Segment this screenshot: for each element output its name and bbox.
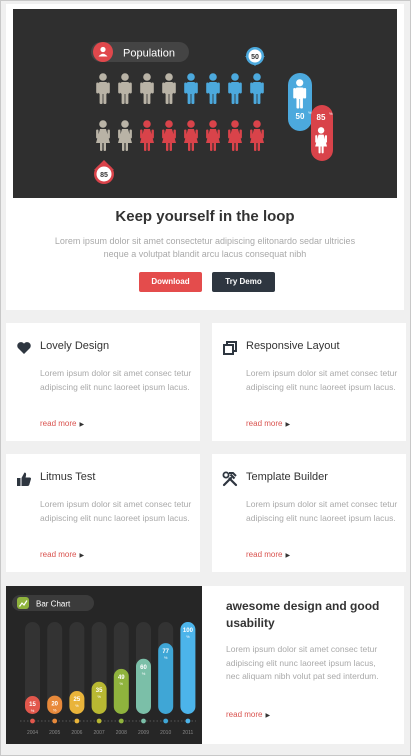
arrow-right-icon: ▶ xyxy=(265,713,271,719)
arrow-right-icon: ▶ xyxy=(285,422,291,428)
bar-dot xyxy=(96,718,102,724)
feature-card-responsive-layout: Responsive Layout Lorem ipsum dolor sit … xyxy=(212,323,406,441)
x-tick-label: 2006 xyxy=(71,730,82,736)
bar-dot xyxy=(141,718,146,724)
x-tick-label: 2008 xyxy=(116,730,127,736)
read-more-link[interactable]: read more ▶ xyxy=(226,710,270,719)
bar-dot xyxy=(30,718,35,724)
svg-text:%: % xyxy=(329,111,333,116)
bar-dot xyxy=(52,718,58,724)
heart-icon xyxy=(16,340,32,356)
badge-top-value: 50 xyxy=(251,54,259,61)
population-graphic: Population 50 50 % 85 % 85 xyxy=(91,42,333,184)
feature-title: Template Builder xyxy=(246,471,328,483)
tools-icon xyxy=(222,471,238,487)
bar-dot xyxy=(74,718,80,724)
bar-chart: Bar Chart 15%200420%200525%200635%200749… xyxy=(12,595,196,736)
hero-section: Population 50 50 % 85 % 85 Keep yourself… xyxy=(6,4,404,310)
bar-unit-label: % xyxy=(53,708,57,713)
section-text: Lorem ipsum dolor sit amet consec tetur … xyxy=(226,644,379,681)
hero-description: Lorem ipsum dolor sit amet consectetur a… xyxy=(54,236,356,259)
feature-text: Lorem ipsum dolor sit amet consec tetur … xyxy=(40,499,192,523)
x-tick-label: 2007 xyxy=(94,730,105,736)
read-more-link[interactable]: read more ▶ xyxy=(40,550,84,559)
feature-text: Lorem ipsum dolor sit amet consec tetur … xyxy=(246,499,398,523)
feature-text: Lorem ipsum dolor sit amet consec tetur … xyxy=(246,368,398,392)
arrow-right-icon: ▶ xyxy=(285,553,291,559)
x-tick-label: 2011 xyxy=(183,730,194,736)
feature-card-lovely-design: Lovely Design Lorem ipsum dolor sit amet… xyxy=(6,323,200,441)
population-label: Population xyxy=(123,48,175,60)
female-percent: 85 xyxy=(317,113,326,122)
section-title: awesome design and good usability xyxy=(226,599,380,630)
bar-unit-label: % xyxy=(120,681,124,686)
read-more-link[interactable]: read more ▶ xyxy=(246,550,290,559)
population-infographic: Population 50 50 % 85 % 85 xyxy=(13,9,397,198)
read-more-label: read more xyxy=(246,419,283,428)
read-more-link[interactable]: read more ▶ xyxy=(246,419,290,428)
hero-title: Keep yourself in the loop xyxy=(115,208,295,225)
download-button[interactable]: Download xyxy=(139,272,202,292)
bar-unit-label: % xyxy=(31,708,35,713)
feature-title: Lovely Design xyxy=(40,340,110,352)
male-percent: 50 xyxy=(296,112,305,121)
bar-unit-label: % xyxy=(164,655,168,660)
x-tick-label: 2004 xyxy=(27,730,38,736)
feature-card-litmus-test: Litmus Test Lorem ipsum dolor sit amet c… xyxy=(6,454,200,572)
chart-icon xyxy=(17,597,29,609)
read-more-link[interactable]: read more ▶ xyxy=(40,419,84,428)
bar-unit-label: % xyxy=(97,694,101,699)
thumbs-up-icon xyxy=(16,471,32,487)
feature-card-template-builder: Template Builder Lorem ipsum dolor sit a… xyxy=(212,454,406,572)
read-more-label: read more xyxy=(40,550,77,559)
badge-bottom-value: 85 xyxy=(100,172,108,179)
x-tick-label: 2009 xyxy=(138,730,149,736)
read-more-label: read more xyxy=(226,710,263,719)
feature-title: Responsive Layout xyxy=(246,340,340,352)
bar-unit-label: % xyxy=(142,671,146,676)
feature-text: Lorem ipsum dolor sit amet consec tetur … xyxy=(40,368,192,392)
bar-chart-panel: Bar Chart 15% 2004 20% 2005 25% 2006 35% 2007 49… xyxy=(6,586,202,744)
x-tick-label: 2010 xyxy=(160,730,171,736)
chart-title: Bar Chart xyxy=(36,600,71,609)
read-more-label: read more xyxy=(40,419,77,428)
bar-unit-label: % xyxy=(186,634,190,639)
x-tick-label: 2005 xyxy=(49,730,60,736)
bar-dot xyxy=(185,718,191,724)
try-demo-button[interactable]: Try Demo xyxy=(212,272,275,292)
copy-icon xyxy=(222,340,238,356)
arrow-right-icon: ▶ xyxy=(79,422,85,428)
bar-dot xyxy=(118,718,124,724)
bar-dot xyxy=(163,718,169,724)
feature-title: Litmus Test xyxy=(40,471,96,483)
arrow-right-icon: ▶ xyxy=(79,553,85,559)
read-more-label: read more xyxy=(246,550,283,559)
bar-unit-label: % xyxy=(75,703,79,708)
